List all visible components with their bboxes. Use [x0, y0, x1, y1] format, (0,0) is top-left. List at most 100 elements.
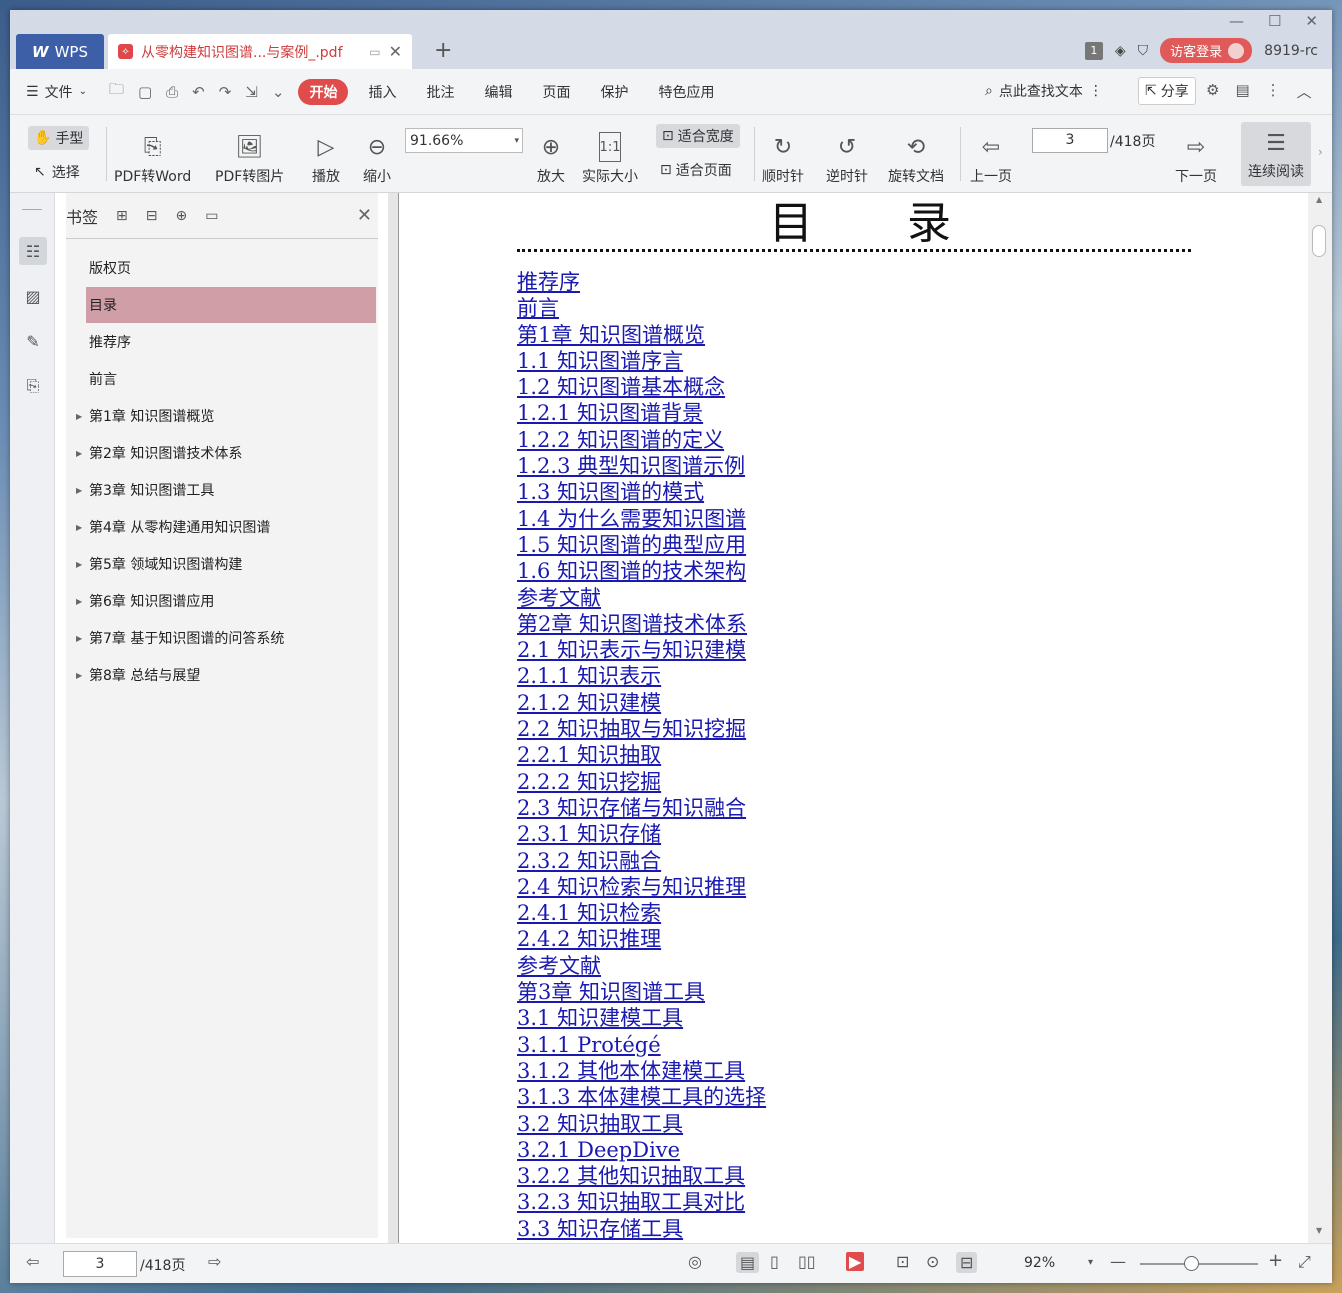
- toc-link[interactable]: 2.4.2 知识推理: [517, 926, 766, 952]
- document-viewer[interactable]: 目 录 推荐序 前言 第1章 知识图谱概览 1.1 知识图谱序言 1.2 知识图谱基本概…: [398, 193, 1332, 1243]
- toc-link[interactable]: 2.3.1 知识存储: [517, 821, 766, 847]
- toc-link[interactable]: 3.2 知识抽取工具: [517, 1111, 766, 1137]
- zoom-slider[interactable]: [1140, 1256, 1258, 1271]
- toc-link[interactable]: 3.1.3 本体建模工具的选择: [517, 1084, 766, 1110]
- toc-link[interactable]: 2.3.2 知识融合: [517, 848, 766, 874]
- rotate-document-button[interactable]: ⟲ 旋转文档: [888, 132, 944, 186]
- bookmark-item[interactable]: ▶ 第2章 知识图谱技术体系: [76, 435, 376, 471]
- toc-link[interactable]: 第1章 知识图谱概览: [517, 322, 766, 348]
- guest-login-button[interactable]: 访客登录: [1160, 38, 1253, 63]
- toc-link[interactable]: 参考文献: [517, 585, 766, 611]
- toc-link[interactable]: 参考文献: [517, 953, 766, 979]
- pdf-to-word-button[interactable]: ⎘ PDF转Word: [114, 132, 191, 186]
- bookmark-settings-icon[interactable]: ▭: [205, 208, 218, 224]
- signature-panel-icon[interactable]: ⎘: [19, 372, 47, 400]
- undo-icon[interactable]: ↶: [192, 83, 205, 101]
- toc-link[interactable]: 推荐序: [517, 269, 766, 295]
- print-icon[interactable]: ⎙: [166, 83, 178, 101]
- rotate-clockwise-button[interactable]: ↻ 顺时针: [762, 132, 804, 186]
- toc-link[interactable]: 3.1 知识建模工具: [517, 1005, 766, 1031]
- next-page-button[interactable]: ⇨ 下一页: [1175, 132, 1217, 186]
- add-bookmark-icon[interactable]: ⊕: [175, 208, 187, 224]
- expand-arrow-icon[interactable]: ▶: [76, 560, 82, 569]
- expand-arrow-icon[interactable]: ▶: [76, 597, 82, 606]
- toc-link[interactable]: 1.2.1 知识图谱背景: [517, 400, 766, 426]
- zoom-out-button[interactable]: ⊖ 缩小: [362, 132, 392, 186]
- export-icon[interactable]: ⇲: [245, 83, 258, 101]
- toc-link[interactable]: 1.6 知识图谱的技术架构: [517, 558, 766, 584]
- open-folder-icon[interactable]: 🗀: [109, 79, 124, 104]
- tab-protect[interactable]: 保护: [600, 82, 628, 102]
- status-zoom-value[interactable]: 92%: [1024, 1255, 1055, 1271]
- zoom-in-button[interactable]: ⊕ 放大: [536, 132, 566, 186]
- scroll-down-icon[interactable]: ▼: [1316, 1226, 1322, 1235]
- toc-link[interactable]: 2.2 知识抽取与知识挖掘: [517, 716, 766, 742]
- toc-link[interactable]: 3.1.1 Protégé: [517, 1032, 766, 1058]
- hand-tool-button[interactable]: ✋ 手型: [28, 126, 90, 150]
- shirt-icon[interactable]: ⛉: [1138, 43, 1149, 59]
- pdf-to-image-button[interactable]: 🖼 PDF转图片: [215, 132, 284, 186]
- tab-special[interactable]: 特色应用: [658, 82, 714, 102]
- toc-link[interactable]: 1.3 知识图谱的模式: [517, 479, 766, 505]
- single-page-continuous-icon[interactable]: ▤: [736, 1252, 760, 1273]
- collapse-ribbon-icon[interactable]: ︿: [1297, 81, 1312, 102]
- expand-arrow-icon[interactable]: ▶: [76, 671, 82, 680]
- actual-size-icon[interactable]: ⊡: [896, 1252, 909, 1271]
- tab-wps-home[interactable]: W WPS: [16, 34, 104, 69]
- toc-link[interactable]: 1.5 知识图谱的典型应用: [517, 532, 766, 558]
- tab-edit[interactable]: 编辑: [484, 82, 512, 102]
- expand-arrow-icon[interactable]: ▶: [76, 412, 82, 421]
- close-icon[interactable]: ✕: [357, 205, 372, 226]
- bookmark-item[interactable]: ▶ 第3章 知识图谱工具: [76, 472, 376, 508]
- toc-link[interactable]: 2.3 知识存储与知识融合: [517, 795, 766, 821]
- toc-link[interactable]: 2.1.2 知识建模: [517, 690, 766, 716]
- more-chevron-icon[interactable]: ⌄: [272, 83, 285, 101]
- tab-annotate[interactable]: 批注: [426, 82, 454, 102]
- bookmark-item[interactable]: 版权页: [86, 250, 376, 286]
- zoom-in-icon[interactable]: +: [1268, 1250, 1283, 1271]
- monitor-icon[interactable]: ▭: [369, 45, 380, 59]
- bookmark-item[interactable]: 前言: [86, 361, 376, 397]
- fit-width-icon[interactable]: ⊟: [956, 1252, 978, 1273]
- expand-arrow-icon[interactable]: ▶: [76, 486, 82, 495]
- window-count-badge[interactable]: 1: [1084, 41, 1103, 60]
- toc-link[interactable]: 第3章 知识图谱工具: [517, 979, 766, 1005]
- skin-icon[interactable]: ◈: [1115, 43, 1126, 59]
- toc-link[interactable]: 前言: [517, 295, 766, 321]
- toc-link[interactable]: 1.4 为什么需要知识图谱: [517, 506, 766, 532]
- bookmark-item[interactable]: ▶ 第6章 知识图谱应用: [76, 583, 376, 619]
- ribbon-scroll-right-icon[interactable]: ›: [1318, 145, 1323, 159]
- bookmark-item[interactable]: 目录: [86, 287, 376, 323]
- tab-document[interactable]: ⟡ 从零构建知识图谱...与案例_.pdf ▭ ✕: [108, 34, 412, 69]
- toc-link[interactable]: 3.1.2 其他本体建模工具: [517, 1058, 766, 1084]
- expand-all-icon[interactable]: ⊞: [116, 208, 128, 224]
- bookmark-panel-icon[interactable]: ☷: [19, 237, 47, 265]
- panel-splitter[interactable]: [388, 193, 398, 1243]
- more-icon[interactable]: ⋮: [1266, 81, 1281, 102]
- vertical-scrollbar[interactable]: ▲ ▼: [1308, 193, 1332, 1243]
- select-tool-button[interactable]: ↖ 选择: [34, 162, 80, 182]
- bookmark-item[interactable]: ▶ 第4章 从零构建通用知识图谱: [76, 509, 376, 545]
- scroll-up-icon[interactable]: ▲: [1316, 195, 1322, 204]
- gear-icon[interactable]: ⚙: [1206, 81, 1219, 102]
- bookmark-item[interactable]: ▶ 第7章 基于知识图谱的问答系统: [76, 620, 376, 656]
- toc-link[interactable]: 2.1 知识表示与知识建模: [517, 637, 766, 663]
- prev-page-icon[interactable]: ⇦: [26, 1252, 39, 1271]
- tab-insert[interactable]: 插入: [368, 82, 396, 102]
- bookmark-item[interactable]: ▶ 第5章 领域知识图谱构建: [76, 546, 376, 582]
- play-icon[interactable]: ▶: [846, 1252, 865, 1271]
- zoom-select[interactable]: 91.66% ▾: [405, 128, 523, 153]
- toc-link[interactable]: 2.4 知识检索与知识推理: [517, 874, 766, 900]
- new-tab-button[interactable]: +: [434, 38, 452, 63]
- toc-link[interactable]: 1.2.2 知识图谱的定义: [517, 427, 766, 453]
- comment-icon[interactable]: ▤: [1235, 81, 1249, 102]
- thumbnail-panel-icon[interactable]: ▨: [19, 282, 47, 310]
- expand-arrow-icon[interactable]: ▶: [76, 449, 82, 458]
- prev-page-button[interactable]: ⇦ 上一页: [970, 132, 1012, 186]
- single-page-icon[interactable]: ▯: [770, 1252, 779, 1271]
- save-icon[interactable]: ▢: [138, 83, 152, 101]
- toc-link[interactable]: 2.4.1 知识检索: [517, 900, 766, 926]
- toc-link[interactable]: 第2章 知识图谱技术体系: [517, 611, 766, 637]
- fit-page-button[interactable]: ⊡ 适合页面: [660, 160, 732, 180]
- two-page-icon[interactable]: ▯▯: [798, 1252, 816, 1271]
